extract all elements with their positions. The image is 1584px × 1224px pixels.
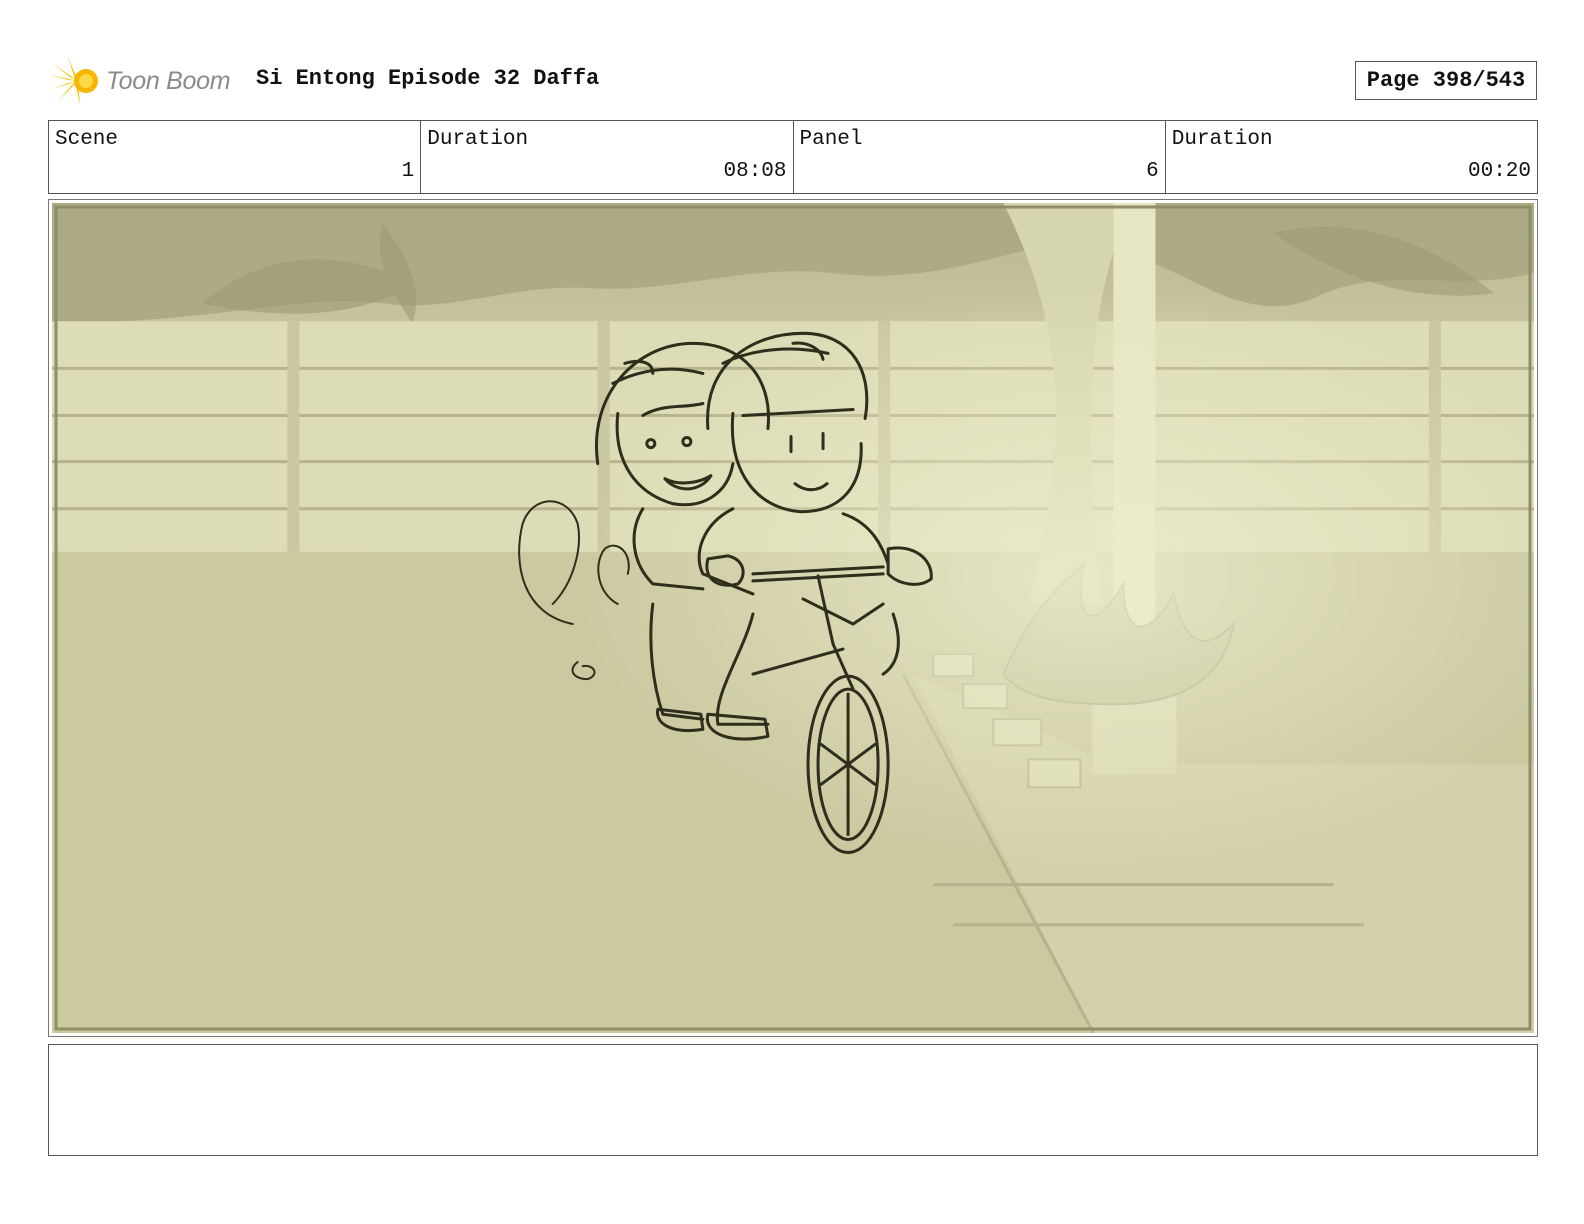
logo-text: Toon Boom: [106, 66, 231, 95]
scene-label: Scene: [55, 128, 119, 151]
document-title: Si Entong Episode 32 Daffa: [256, 66, 600, 91]
scene-cell: Scene 1: [49, 121, 422, 193]
toon-boom-logo: Toon Boom: [50, 55, 240, 107]
panel-value: 6: [1146, 160, 1159, 183]
panel-duration-cell: Duration 00:20: [1166, 121, 1537, 193]
page-indicator: Page 398/543: [1355, 61, 1537, 100]
panel-cell: Panel 6: [794, 121, 1166, 193]
panel-sketch-image: [52, 203, 1534, 1033]
scene-duration-label: Duration: [427, 128, 529, 151]
scene-value: 1: [401, 160, 415, 183]
starburst-icon: [50, 57, 98, 105]
panel-duration-value: 00:20: [1467, 160, 1531, 183]
panel-label: Panel: [799, 128, 863, 151]
panel-notes-box: [48, 1044, 1538, 1156]
scene-duration-cell: Duration 08:08: [421, 121, 794, 193]
panel-info-table: Scene 1 Duration 08:08 Panel 6 Duration …: [48, 120, 1538, 194]
panel-duration-label: Duration: [1171, 128, 1273, 151]
storyboard-panel: [48, 199, 1538, 1037]
scene-duration-value: 08:08: [723, 160, 787, 183]
